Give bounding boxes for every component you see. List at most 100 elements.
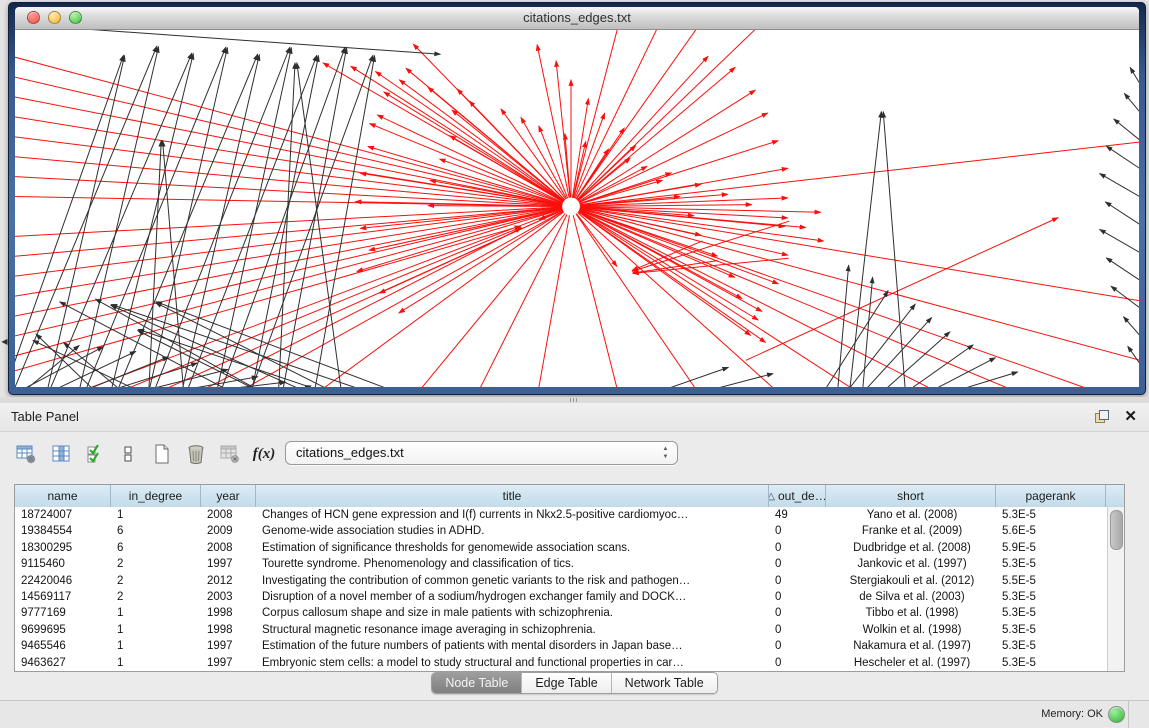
- citation-edge-red[interactable]: [384, 92, 563, 202]
- column-header-pagerank[interactable]: pagerank: [996, 485, 1106, 507]
- table-cell: 1: [111, 638, 201, 654]
- column-header-year[interactable]: year: [201, 485, 256, 507]
- citation-edge-black[interactable]: [952, 372, 1017, 387]
- table-row[interactable]: 946362711997Embryonic stem cells: a mode…: [15, 655, 1108, 671]
- citation-edge-black[interactable]: [1100, 174, 1139, 199]
- close-window-button[interactable]: [27, 11, 40, 24]
- citation-edge-black[interactable]: [906, 345, 973, 387]
- table-row[interactable]: 2242004622012Investigating the contribut…: [15, 573, 1108, 589]
- table-selector-dropdown[interactable]: citations_edges.txt ▲▼: [285, 441, 678, 465]
- scrollbar-thumb[interactable]: [1110, 510, 1123, 550]
- citation-edge-black[interactable]: [1130, 67, 1139, 88]
- citation-edge-black[interactable]: [658, 367, 728, 387]
- citation-edge-black[interactable]: [252, 56, 319, 387]
- citation-edge-red[interactable]: [575, 30, 658, 198]
- column-header-out_de[interactable]: △out_de…: [769, 485, 826, 507]
- column-header-short[interactable]: short: [826, 485, 996, 507]
- function-builder-button[interactable]: f(x): [250, 440, 278, 468]
- citation-edge-red[interactable]: [579, 211, 758, 320]
- citation-edge-black[interactable]: [49, 53, 192, 387]
- zoom-window-button[interactable]: [69, 11, 82, 24]
- citation-edge-black[interactable]: [251, 55, 373, 387]
- close-panel-icon[interactable]: ✕: [1124, 407, 1137, 425]
- float-panel-icon[interactable]: [1095, 410, 1109, 424]
- citation-edge-black[interactable]: [703, 374, 773, 387]
- row-height-button[interactable]: [114, 440, 142, 468]
- citation-edge-red[interactable]: [351, 66, 564, 201]
- citation-edge-black[interactable]: [862, 277, 872, 387]
- citation-edge-black[interactable]: [1105, 202, 1139, 226]
- show-column-button[interactable]: [48, 440, 76, 468]
- citation-edge-black[interactable]: [1124, 317, 1139, 339]
- citation-edge-red[interactable]: [573, 215, 618, 387]
- citation-edge-red[interactable]: [318, 212, 563, 387]
- delete-column-button[interactable]: [182, 440, 210, 468]
- citation-edge-black[interactable]: [33, 340, 141, 387]
- citation-edge-red[interactable]: [15, 208, 562, 277]
- citation-edge-red[interactable]: [239, 211, 564, 387]
- table-row[interactable]: 1938455462009Genome-wide association stu…: [15, 523, 1108, 539]
- tab-network-table[interactable]: Network Table: [612, 673, 717, 693]
- citation-edge-red[interactable]: [478, 215, 567, 387]
- network-canvas[interactable]: [15, 30, 1139, 387]
- citation-edge-black[interactable]: [314, 56, 374, 387]
- table-row[interactable]: 1830029562008Estimation of significance …: [15, 540, 1108, 556]
- new-column-button[interactable]: [148, 440, 176, 468]
- table-mode-button[interactable]: [12, 440, 40, 468]
- citation-edge-red[interactable]: [579, 211, 858, 387]
- citation-edge-red[interactable]: [578, 212, 765, 343]
- column-header-title[interactable]: title: [256, 485, 769, 507]
- citation-edge-black[interactable]: [156, 302, 396, 387]
- citation-edge-red[interactable]: [574, 113, 605, 198]
- tab-edge-table[interactable]: Edge Table: [522, 673, 611, 693]
- citation-edge-black[interactable]: [1114, 119, 1139, 143]
- delete-table-button-disabled[interactable]: [216, 440, 244, 468]
- table-row[interactable]: 977716911998Corpus callosum shape and si…: [15, 605, 1108, 621]
- citation-edge-black[interactable]: [1124, 94, 1139, 116]
- citation-edge-black[interactable]: [182, 55, 260, 387]
- citation-edge-red[interactable]: [15, 226, 520, 371]
- citation-edge-red[interactable]: [577, 30, 757, 200]
- citation-edge-red[interactable]: [580, 142, 1139, 206]
- citation-edge-red[interactable]: [376, 72, 564, 202]
- table-row[interactable]: 1456911722003Disruption of a novel membe…: [15, 589, 1108, 605]
- citation-edge-black[interactable]: [1106, 146, 1139, 170]
- minimize-window-button[interactable]: [48, 11, 61, 24]
- table-row[interactable]: 911546021997Tourette syndrome. Phenomeno…: [15, 556, 1108, 572]
- citation-edge-black[interactable]: [117, 54, 258, 387]
- citation-edge-red[interactable]: [377, 115, 562, 203]
- table-row[interactable]: 1872400712008Changes of HCN gene express…: [15, 507, 1108, 523]
- citation-edge-red[interactable]: [579, 90, 756, 202]
- citation-edge-black[interactable]: [18, 347, 103, 387]
- memory-status-icon[interactable]: [1108, 706, 1125, 723]
- table-scrollbar[interactable]: [1107, 507, 1124, 671]
- table-row[interactable]: 969969511998Structural magnetic resonanc…: [15, 622, 1108, 638]
- citation-edge-black[interactable]: [929, 358, 995, 387]
- column-header-name[interactable]: name: [15, 485, 111, 507]
- select-columns-button[interactable]: [82, 440, 110, 468]
- citation-edge-red[interactable]: [580, 208, 1139, 301]
- table-row[interactable]: 946554611997Estimation of the future num…: [15, 638, 1108, 654]
- citation-edge-red[interactable]: [578, 213, 778, 387]
- citation-edge-red[interactable]: [578, 67, 735, 200]
- window-titlebar[interactable]: citations_edges.txt: [15, 7, 1139, 30]
- tab-node-table[interactable]: Node Table: [432, 673, 522, 693]
- citation-edge-red[interactable]: [579, 210, 734, 277]
- network-window[interactable]: citations_edges.txt: [8, 2, 1146, 395]
- citation-edge-black[interactable]: [850, 112, 882, 387]
- citation-edge-black[interactable]: [1100, 229, 1139, 254]
- citation-edge-black[interactable]: [149, 48, 228, 387]
- citation-edge-black[interactable]: [111, 54, 193, 387]
- citation-edge-black[interactable]: [15, 30, 440, 54]
- citation-edge-black[interactable]: [883, 112, 905, 387]
- citation-edge-black[interactable]: [838, 265, 849, 387]
- citation-edge-red[interactable]: [501, 109, 566, 199]
- citation-edge-red[interactable]: [746, 218, 1058, 361]
- citation-edge-black[interactable]: [163, 141, 184, 387]
- column-header-in_degree[interactable]: in_degree: [111, 485, 201, 507]
- citation-edge-red[interactable]: [556, 61, 570, 198]
- citation-edge-red[interactable]: [580, 209, 1139, 361]
- citation-edge-red[interactable]: [577, 56, 708, 200]
- citation-edge-red[interactable]: [632, 221, 789, 271]
- citation-edge-black[interactable]: [1106, 258, 1139, 282]
